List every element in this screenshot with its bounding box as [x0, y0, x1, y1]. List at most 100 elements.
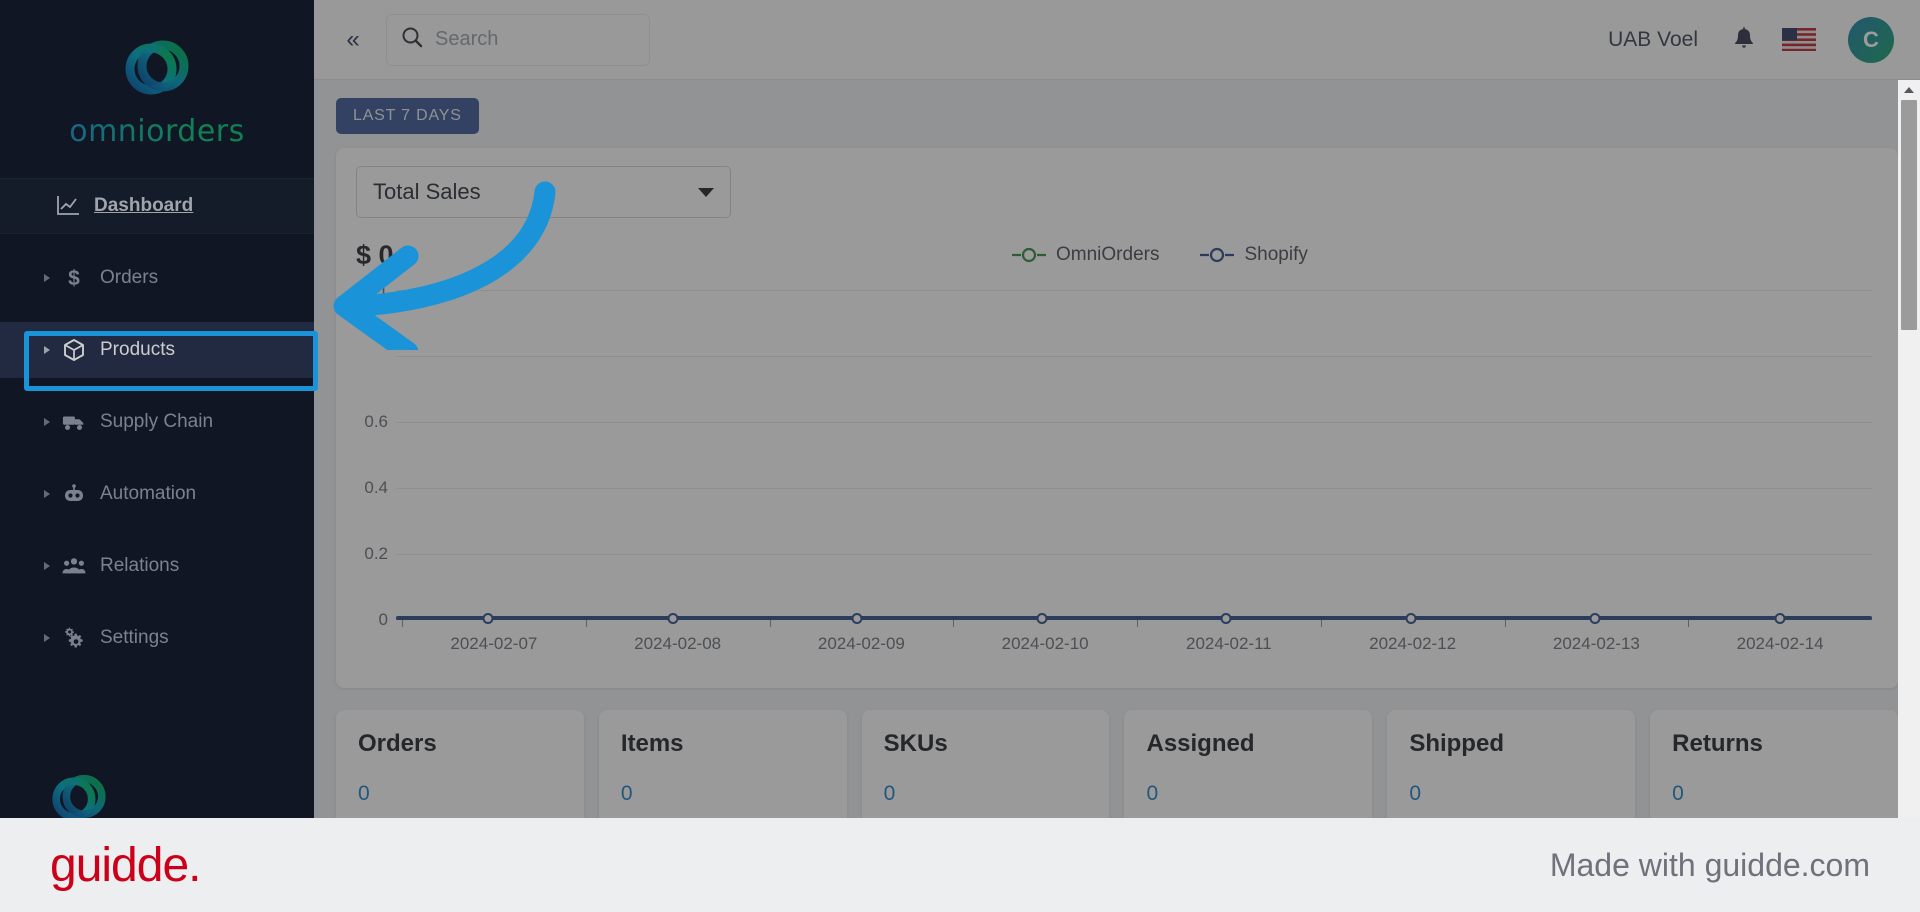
search-input[interactable] [435, 28, 635, 51]
chart-x-tick-label: 2024-02-13 [1553, 634, 1640, 654]
stat-card-orders[interactable]: Orders0 [336, 710, 584, 818]
date-range-chip[interactable]: LAST 7 DAYS [336, 98, 479, 134]
metric-select[interactable]: Total Sales [356, 166, 731, 218]
scroll-up-icon[interactable] [1898, 80, 1920, 100]
stat-card-title: Shipped [1409, 730, 1613, 758]
chart-card: Total Sales $ 0 Omn [336, 148, 1898, 688]
sidebar-item-label: Automation [100, 483, 196, 505]
sidebar-item-products[interactable]: Products [0, 322, 314, 378]
chevron-right-icon [44, 562, 50, 570]
org-name[interactable]: UAB Voel [1608, 28, 1698, 52]
bell-icon[interactable] [1724, 20, 1764, 60]
stat-card-assigned[interactable]: Assigned 0 [1124, 710, 1372, 818]
chart-y-tick-label: 0.2 [356, 544, 388, 564]
sidebar-item-label: Supply Chain [100, 411, 213, 433]
sidebar-item-label: Settings [100, 627, 169, 649]
stat-card-value: 0 [1409, 782, 1613, 806]
sidebar: omniorders Dashboard $ Orders [0, 0, 314, 818]
main-panel: « UAB Voel [314, 0, 1920, 818]
stat-card-items[interactable]: Items0 [599, 710, 847, 818]
chart-line-icon [56, 194, 80, 218]
robot-icon [62, 482, 86, 506]
legend-label: OmniOrders [1056, 244, 1159, 266]
stat-card-title: SKUs [884, 730, 1088, 758]
chart-data-point[interactable] [1405, 613, 1416, 624]
sidebar-item-supply-chain[interactable]: Supply Chain [0, 394, 314, 450]
stat-card-value: 0 [621, 782, 825, 806]
stat-card-title: Returns [1672, 730, 1876, 758]
stat-card-returns[interactable]: Returns 0 [1650, 710, 1898, 818]
double-chevron-left-icon[interactable]: « [334, 21, 372, 59]
us-flag-icon[interactable] [1782, 28, 1816, 51]
chart-x-tick-label: 2024-02-14 [1737, 634, 1824, 654]
vertical-scrollbar[interactable] [1898, 80, 1920, 818]
search-box[interactable] [386, 14, 650, 66]
sidebar-item-orders[interactable]: $ Orders [0, 250, 314, 306]
chart-gridline [396, 356, 1872, 357]
sidebar-item-relations[interactable]: Relations [0, 538, 314, 594]
chart-x-tick-mark [402, 620, 403, 627]
app-root: omniorders Dashboard $ Orders [0, 0, 1920, 912]
omniorders-ring-logo-icon [118, 30, 196, 108]
sidebar-spacer [0, 306, 314, 322]
chart-header: $ 0 OmniOrders [356, 240, 1878, 280]
legend-item-omniorders[interactable]: OmniOrders [1011, 244, 1159, 266]
chevron-right-icon [44, 274, 50, 282]
chart-data-point[interactable] [667, 613, 678, 624]
sidebar-spacer [0, 450, 314, 466]
topbar: « UAB Voel [314, 0, 1920, 80]
chart-data-point[interactable] [483, 613, 494, 624]
range-chip-row: LAST 7 DAYS [336, 98, 1898, 134]
chart-data-point[interactable] [1036, 613, 1047, 624]
metric-select-value: Total Sales [373, 179, 481, 205]
chart-data-point[interactable] [852, 613, 863, 624]
chevron-right-icon [44, 418, 50, 426]
chart-x-tick-label: 2024-02-10 [1002, 634, 1089, 654]
avatar[interactable]: C [1848, 17, 1894, 63]
stat-card-value: 0 [1672, 782, 1876, 806]
sidebar-item-dashboard[interactable]: Dashboard [0, 178, 314, 234]
brand-logo[interactable]: omniorders [0, 0, 314, 178]
sidebar-spacer [0, 594, 314, 610]
chart-gridline [396, 422, 1872, 423]
dashboard-content: LAST 7 DAYS Total Sales $ 0 [314, 80, 1920, 818]
chart-x-tick-mark [1321, 620, 1322, 627]
truck-icon [62, 410, 86, 434]
sidebar-item-settings[interactable]: Settings [0, 610, 314, 666]
chart-x-tick-label: 2024-02-09 [818, 634, 905, 654]
chart-data-point[interactable] [1221, 613, 1232, 624]
stat-card-value: 0 [884, 782, 1088, 806]
chart-y-tick-label: 0.4 [356, 478, 388, 498]
legend-item-shopify[interactable]: Shopify [1199, 244, 1307, 266]
stat-card-skus[interactable]: SKUs 0 [862, 710, 1110, 818]
chart-legend: OmniOrders Shopify [1011, 244, 1308, 266]
chart-y-tick-label: 0.6 [356, 412, 388, 432]
stat-card-title: Assigned [1146, 730, 1350, 758]
chart-y-tick-label: 1 [356, 280, 388, 300]
people-icon [62, 554, 86, 578]
chart-data-point[interactable] [1774, 613, 1785, 624]
stat-card-value: 0 [1146, 782, 1350, 806]
legend-marker-blue-icon [1199, 247, 1235, 263]
gears-icon [62, 626, 86, 650]
chart-x-tick-label: 2024-02-08 [634, 634, 721, 654]
svg-text:$: $ [68, 267, 80, 290]
sidebar-item-automation[interactable]: Automation [0, 466, 314, 522]
chart-x-tick-label: 2024-02-11 [1186, 634, 1272, 654]
sidebar-spacer [0, 234, 314, 250]
chart-x-tick-mark [1688, 620, 1689, 627]
box-icon [62, 338, 86, 362]
chart-gridline [396, 554, 1872, 555]
chart-y-tick-label: 0 [356, 610, 388, 630]
chart-x-tick-mark [586, 620, 587, 627]
sidebar-item-label: Dashboard [94, 195, 193, 217]
chevron-down-icon [698, 188, 714, 197]
sidebar-item-label: Relations [100, 555, 179, 577]
guidde-logo: guidde. [50, 838, 200, 893]
stat-card-shipped[interactable]: Shipped 0 [1387, 710, 1635, 818]
scrollbar-thumb[interactable] [1901, 100, 1917, 330]
chart-data-point[interactable] [1590, 613, 1601, 624]
chart-x-tick-mark [1505, 620, 1506, 627]
chart-series-shopify-line [396, 616, 1872, 620]
stat-cards-row: Orders0Items0SKUs0Assigned0Shipped0Retur… [336, 710, 1898, 818]
